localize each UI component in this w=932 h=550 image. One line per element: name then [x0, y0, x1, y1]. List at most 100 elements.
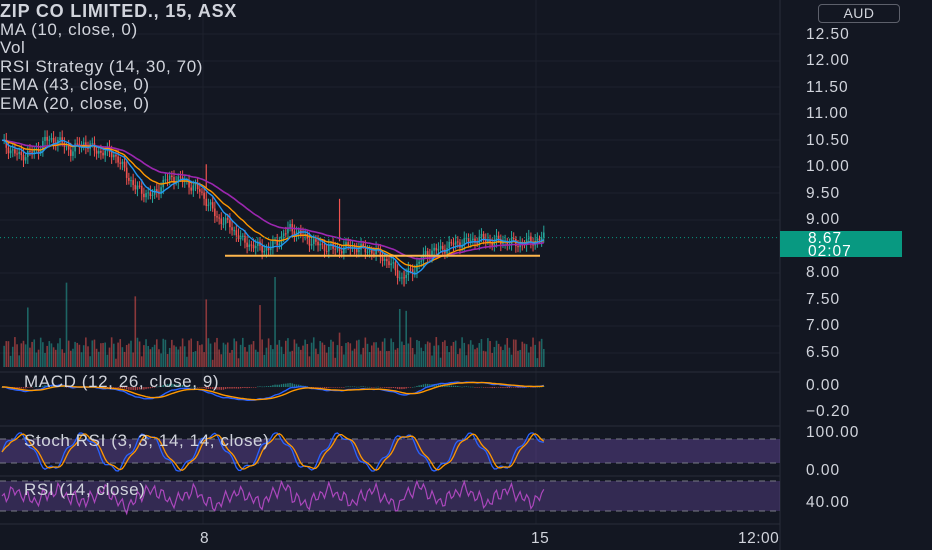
volume-bar [489, 341, 491, 367]
volume-bar [63, 352, 66, 367]
volume-bar [130, 340, 132, 367]
volume-bar [27, 307, 29, 367]
volume-bar [527, 352, 530, 367]
volume-bar [334, 357, 337, 367]
volume-bar [194, 351, 197, 367]
legend-rsi-strategy[interactable]: RSI Strategy (14, 30, 70) [0, 57, 237, 77]
volume-bar [495, 340, 498, 367]
volume-bar [398, 309, 401, 367]
volume-bar [448, 352, 450, 367]
price-tick: 10.50 [806, 132, 850, 149]
volume-bar [29, 347, 31, 367]
volume-bar [203, 352, 205, 367]
volume-bar [332, 341, 334, 367]
macd-histogram-bar [491, 387, 493, 389]
volume-bar [166, 354, 169, 367]
macd-histogram-bar [467, 386, 470, 388]
volume-bar [431, 355, 433, 367]
volume-bar [158, 349, 160, 367]
macd-histogram-bar [409, 387, 412, 388]
candle-body [46, 136, 48, 141]
volume-bar [54, 349, 57, 367]
volume-bar [37, 349, 40, 367]
volume-bar [487, 338, 489, 367]
candle-body [145, 193, 147, 198]
macd-histogram-bar [386, 387, 388, 388]
candle-body [439, 245, 442, 249]
macd-histogram-bar [280, 384, 283, 387]
candle-body [437, 248, 440, 251]
candle-body [371, 250, 373, 254]
candle-body [405, 275, 407, 279]
rsi-label[interactable]: RSI (14, close) [24, 480, 145, 500]
volume-bar [519, 349, 521, 367]
candle-body [140, 185, 143, 194]
price-tick: 11.50 [806, 79, 849, 96]
candle-body [394, 262, 397, 271]
candle-body [226, 218, 229, 220]
volume-bar [91, 340, 94, 367]
candle-body [31, 151, 33, 153]
volume-bar [89, 356, 91, 367]
volume-bar [295, 343, 298, 367]
volume-bar [259, 305, 261, 367]
stoch-label[interactable]: Stoch RSI (3, 3, 14, 14, close) [24, 431, 269, 451]
macd-histogram-bar [239, 387, 242, 389]
volume-bar [467, 344, 470, 367]
volume-bar [93, 339, 96, 367]
macd-histogram-bar [259, 386, 261, 387]
legend-ema20[interactable]: EMA (20, close, 0) [0, 94, 237, 114]
volume-bar [272, 349, 274, 367]
volume-bar [321, 342, 324, 367]
legend-ema43[interactable]: EMA (43, close, 0) [0, 75, 237, 95]
price-tick: 7.50 [806, 291, 841, 308]
macd-histogram-bar [416, 385, 418, 387]
candle-body [211, 202, 214, 209]
volume-bar [138, 341, 141, 367]
volume-bar [351, 350, 354, 367]
candle-body [267, 247, 270, 251]
candle-body [9, 150, 12, 154]
stoch-tick: 100.00 [806, 424, 860, 441]
volume-bar [153, 344, 156, 367]
symbol-title[interactable]: ZIP CO LIMITED., 15, ASX [0, 2, 237, 21]
currency-button[interactable]: AUD [818, 4, 900, 23]
volume-bar [3, 345, 5, 367]
volume-bar [390, 338, 392, 367]
candle-body [482, 233, 485, 240]
volume-bar [403, 345, 405, 367]
candle-body [269, 248, 272, 251]
price-tick: 7.00 [806, 317, 841, 334]
volume-bar [414, 354, 416, 367]
volume-bar [128, 343, 130, 367]
legend-ma[interactable]: MA (10, close, 0) [0, 20, 237, 40]
macd-histogram-bar [242, 387, 244, 388]
macd-histogram-bar [390, 387, 392, 389]
volume-bar [117, 342, 119, 367]
volume-bar [409, 337, 412, 367]
macd-histogram-bar [388, 387, 390, 389]
macd-label[interactable]: MACD (12, 26, close, 9) [24, 372, 219, 392]
candle-body [76, 143, 79, 145]
volume-bar [70, 350, 72, 367]
volume-bar [257, 351, 259, 367]
candle-body [149, 192, 152, 196]
macd-histogram-bar [257, 386, 259, 388]
volume-bar [435, 337, 438, 367]
candle-body [50, 137, 53, 140]
candle-body [216, 216, 218, 218]
volume-bar [338, 332, 341, 367]
volume-bar [254, 349, 257, 367]
legend-vol[interactable]: Vol [0, 38, 237, 58]
volume-bar [246, 351, 248, 367]
volume-bar [100, 343, 102, 367]
volume-bar [226, 342, 229, 367]
candle-body [476, 242, 478, 244]
price-tick: 12.00 [806, 52, 850, 69]
candle-body [336, 247, 339, 250]
macd-histogram-bar [476, 387, 478, 388]
candle-body [168, 175, 171, 180]
macd-histogram-bar [368, 386, 371, 388]
macd-histogram-bar [287, 383, 289, 387]
macd-histogram-bar [360, 386, 362, 388]
